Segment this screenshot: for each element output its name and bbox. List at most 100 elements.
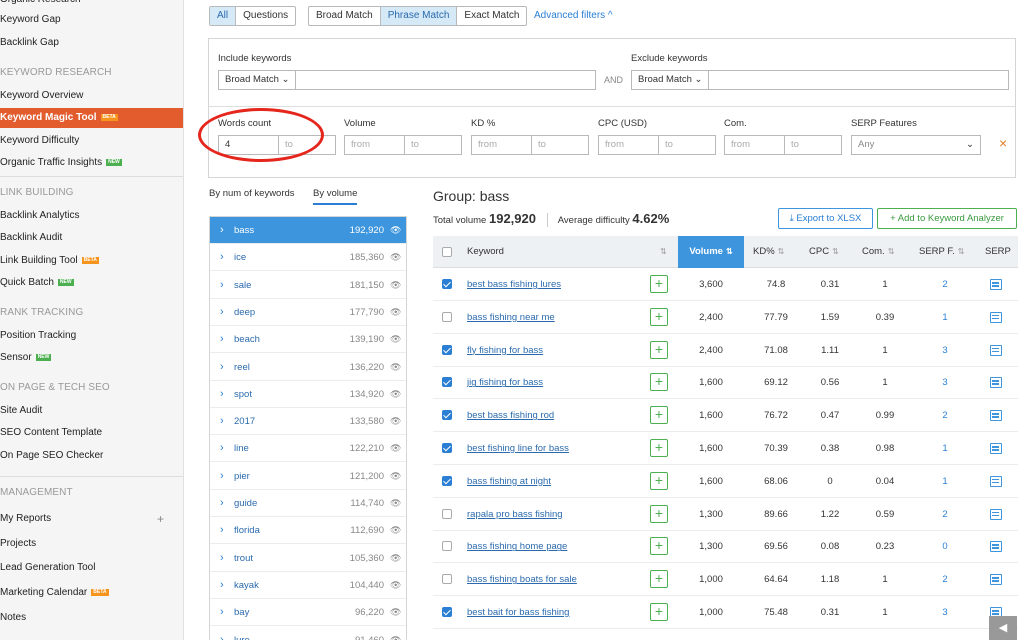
row-checkbox[interactable] <box>442 475 452 486</box>
add-keyword-button[interactable]: + <box>650 307 668 326</box>
sidebar-item[interactable]: Backlink Analytics <box>0 206 183 226</box>
keyword-link[interactable]: fly fishing for bass <box>467 334 543 367</box>
group-item-pier[interactable]: › pier 121,200 👁 <box>210 463 406 490</box>
sidebar-item[interactable]: Sensor NEW <box>0 348 183 368</box>
add-report-icon[interactable]: + <box>157 509 164 529</box>
group-item-beach[interactable]: › beach 139,190 👁 <box>210 326 406 354</box>
keyword-link[interactable]: jig fishing for bass <box>467 366 543 399</box>
sidebar-item[interactable]: Link Building Tool BETA <box>0 251 183 271</box>
serp-preview-icon[interactable] <box>990 541 1002 553</box>
serp-features-link[interactable]: 2 <box>919 563 971 596</box>
keyword-link[interactable]: bass fishing near me <box>467 301 555 334</box>
tab-phrase-match[interactable]: Phrase Match <box>380 7 458 25</box>
kd-to[interactable]: to <box>532 136 588 154</box>
sidebar-item[interactable]: Quick Batch NEW <box>0 273 183 293</box>
volume-to[interactable]: to <box>405 136 461 154</box>
serp-preview-icon[interactable] <box>990 279 1002 290</box>
eye-icon[interactable]: 👁 <box>390 326 401 353</box>
col-kd[interactable]: KD% ⇅ <box>753 236 799 268</box>
eye-icon[interactable]: 👁 <box>390 408 401 435</box>
select-all-checkbox[interactable] <box>442 247 452 257</box>
sidebar-item[interactable]: Organic Research <box>0 0 183 10</box>
keyword-link[interactable]: best bass fishing rod <box>467 399 554 432</box>
serp-features-link[interactable]: 3 <box>919 366 971 399</box>
group-item-bass[interactable]: › bass 192,920 👁 <box>210 217 406 244</box>
col-cpc[interactable]: CPC ⇅ <box>809 236 851 268</box>
include-match-dropdown[interactable]: Broad Match ⌄ <box>219 71 297 89</box>
group-item-trout[interactable]: › trout 105,360 👁 <box>210 545 406 572</box>
sidebar-item[interactable]: Keyword Overview <box>0 86 183 106</box>
row-checkbox[interactable] <box>442 410 452 421</box>
serp-preview-icon[interactable] <box>990 311 1002 323</box>
include-keywords-input[interactable] <box>296 71 595 89</box>
add-keyword-button[interactable]: + <box>650 537 668 556</box>
row-checkbox[interactable] <box>442 607 452 617</box>
serp-features-link[interactable]: 3 <box>919 596 971 629</box>
eye-icon[interactable]: 👁 <box>390 490 401 517</box>
tab-by-volume[interactable]: By volume <box>313 188 358 205</box>
serp-preview-icon[interactable] <box>990 475 1002 487</box>
tab-by-num-keywords[interactable]: By num of keywords <box>209 188 295 199</box>
group-item-guide[interactable]: › guide 114,740 👁 <box>210 490 406 517</box>
row-checkbox[interactable] <box>442 508 452 519</box>
add-keyword-button[interactable]: + <box>650 406 668 425</box>
row-checkbox[interactable] <box>442 541 452 552</box>
serp-preview-icon[interactable] <box>990 574 1002 586</box>
advanced-filters-toggle[interactable]: Advanced filters ^ <box>534 10 613 21</box>
eye-icon[interactable]: 👁 <box>390 517 401 544</box>
serp-features-link[interactable]: 1 <box>919 432 971 465</box>
eye-icon[interactable]: 👁 <box>390 545 401 572</box>
eye-icon[interactable]: 👁 <box>390 217 401 244</box>
serp-features-link[interactable]: 1 <box>919 301 971 334</box>
sidebar-item[interactable]: My Reports + <box>0 509 183 529</box>
row-checkbox[interactable] <box>442 279 452 289</box>
eye-icon[interactable]: 👁 <box>390 381 401 408</box>
add-keyword-button[interactable]: + <box>650 275 668 293</box>
row-checkbox[interactable] <box>442 377 452 388</box>
add-keyword-button[interactable]: + <box>650 570 668 589</box>
row-checkbox[interactable] <box>442 443 452 453</box>
com-from[interactable]: from <box>725 136 785 154</box>
mute-icon[interactable]: ◀ <box>989 616 1017 640</box>
serp-preview-icon[interactable] <box>990 344 1002 356</box>
tab-all[interactable]: All <box>210 7 237 25</box>
eye-icon[interactable]: 👁 <box>390 435 401 462</box>
serp-features-link[interactable]: 1 <box>919 465 971 498</box>
serp-features-link[interactable]: 0 <box>919 530 971 563</box>
cpc-to[interactable]: to <box>659 136 715 154</box>
row-checkbox[interactable] <box>442 344 452 355</box>
keyword-link[interactable]: best bait for bass fishing <box>467 596 569 629</box>
clear-filters-icon[interactable]: × <box>999 135 1007 151</box>
col-serp[interactable]: SERP <box>985 236 1015 268</box>
row-checkbox[interactable] <box>442 574 452 585</box>
sidebar-item[interactable]: Projects <box>0 534 183 554</box>
serp-features-link[interactable]: 2 <box>919 498 971 531</box>
serp-preview-icon[interactable] <box>990 443 1002 454</box>
add-keyword-button[interactable]: + <box>650 471 668 490</box>
tab-broad-match[interactable]: Broad Match <box>309 7 381 25</box>
sidebar-item[interactable]: Marketing Calendar BETA <box>0 583 183 603</box>
eye-icon[interactable]: 👁 <box>390 572 401 599</box>
group-item-sale[interactable]: › sale 181,150 👁 <box>210 272 406 299</box>
eye-icon[interactable]: 👁 <box>390 272 401 299</box>
tab-questions[interactable]: Questions <box>236 7 295 25</box>
keyword-link[interactable]: rapala pro bass fishing <box>467 498 563 531</box>
group-item-lure[interactable]: › lure 91,460 👁 <box>210 627 406 640</box>
cpc-from[interactable]: from <box>599 136 659 154</box>
eye-icon[interactable]: 👁 <box>390 244 401 271</box>
sidebar-item[interactable]: Backlink Gap <box>0 33 183 53</box>
add-to-keyword-analyzer-button[interactable]: + Add to Keyword Analyzer <box>877 208 1017 229</box>
com-to[interactable]: to <box>785 136 841 154</box>
keyword-link[interactable]: bass fishing boats for sale <box>467 563 577 596</box>
sidebar-item[interactable]: Keyword Magic Tool BETA <box>0 108 183 128</box>
sidebar-item[interactable]: Keyword Difficulty <box>0 131 183 151</box>
exclude-keywords-input[interactable] <box>709 71 1008 89</box>
serp-preview-icon[interactable] <box>990 377 1002 389</box>
add-keyword-button[interactable]: + <box>650 504 668 523</box>
eye-icon[interactable]: 👁 <box>390 463 401 490</box>
eye-icon[interactable]: 👁 <box>390 599 401 626</box>
add-keyword-button[interactable]: + <box>650 439 668 457</box>
col-keyword[interactable]: Keyword ⇅ <box>467 236 667 268</box>
volume-from[interactable]: from <box>345 136 405 154</box>
group-item-line[interactable]: › line 122,210 👁 <box>210 435 406 463</box>
